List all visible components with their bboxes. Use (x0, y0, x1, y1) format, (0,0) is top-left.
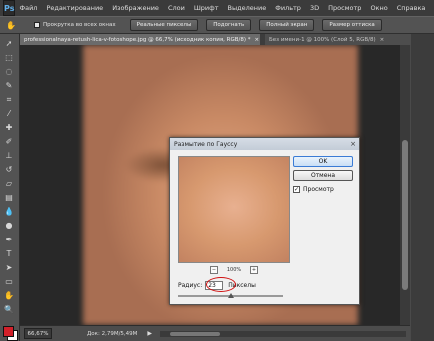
horizontal-scrollbar[interactable] (160, 330, 406, 337)
preview-zoom-controls: − 100% + (210, 266, 258, 274)
ok-button[interactable]: OK (293, 156, 353, 167)
blur-tool-icon[interactable]: 💧 (2, 206, 16, 217)
menu-3d[interactable]: 3D (310, 4, 319, 12)
zoom-level-field[interactable]: 66,67% (24, 328, 52, 339)
menu-help[interactable]: Справка (397, 4, 426, 12)
preview-checkbox-label: Просмотр (303, 186, 334, 193)
scroll-all-windows-label: Прокрутка во всех окнах (43, 22, 116, 28)
highlight-circle-annotation (206, 277, 236, 292)
hand-tool-icon[interactable]: ✋ (2, 290, 16, 301)
tab-label: professionalnaya-retush-lica-v-fotoshope… (24, 36, 251, 43)
cancel-button[interactable]: Отмена (293, 170, 353, 181)
menu-image[interactable]: Изображение (112, 4, 159, 12)
zoom-in-button[interactable]: + (249, 266, 258, 274)
crop-tool-icon[interactable]: ⌗ (2, 94, 16, 105)
menu-bar: Ps Файл Редактирование Изображение Слои … (0, 0, 434, 16)
menu-view[interactable]: Просмотр (328, 4, 361, 12)
tab-close-icon[interactable]: × (380, 37, 385, 43)
type-tool-icon[interactable]: T (2, 248, 16, 259)
menu-file[interactable]: Файл (19, 4, 37, 12)
tab-label: Без имени-1 @ 100% (Слой 5, RGB/8) (269, 36, 376, 43)
preview-checkbox[interactable]: ✓ Просмотр (293, 186, 334, 193)
right-panel-strip (411, 34, 434, 341)
eraser-tool-icon[interactable]: ▱ (2, 178, 16, 189)
document-size-info: Док: 2,79M/5,49M (87, 330, 138, 337)
radius-slider[interactable] (178, 293, 283, 298)
foreground-color-swatch[interactable] (3, 326, 14, 337)
eyedropper-tool-icon[interactable]: ⁄ (2, 108, 16, 119)
hand-tool-icon[interactable]: ✋ (4, 19, 18, 31)
document-tab-bar: professionalnaya-retush-lica-v-fotoshope… (20, 34, 434, 45)
clone-stamp-tool-icon[interactable]: ⊥ (2, 150, 16, 161)
status-menu-arrow-icon[interactable]: ▶ (147, 330, 152, 337)
zoom-tool-icon[interactable]: 🔍 (2, 304, 16, 315)
menu-type[interactable]: Шрифт (194, 4, 219, 12)
healing-brush-tool-icon[interactable]: ✚ (2, 122, 16, 133)
status-bar: 66,67% Док: 2,79M/5,49M ▶ (20, 325, 410, 341)
close-icon[interactable]: × (349, 140, 357, 148)
lasso-tool-icon[interactable]: ◌ (2, 66, 16, 77)
shape-tool-icon[interactable]: ▭ (2, 276, 16, 287)
marquee-tool-icon[interactable]: ⬚ (2, 52, 16, 63)
full-screen-button[interactable]: Полный экран (259, 19, 315, 31)
print-size-button[interactable]: Размер оттиска (322, 19, 382, 31)
radius-slider-thumb[interactable] (227, 293, 234, 298)
pen-tool-icon[interactable]: ✒ (2, 234, 16, 245)
path-select-tool-icon[interactable]: ➤ (2, 262, 16, 273)
menu-filter[interactable]: Фильтр (275, 4, 301, 12)
dialog-title-bar[interactable]: Размытие по Гауссу × (170, 138, 359, 150)
blur-preview-window[interactable] (178, 156, 290, 263)
vertical-scrollbar[interactable] (400, 45, 410, 325)
radius-label: Радиус: (178, 281, 203, 289)
checkbox-box[interactable] (34, 22, 40, 28)
dialog-title: Размытие по Гауссу (174, 140, 238, 148)
brush-tool-icon[interactable]: ✐ (2, 136, 16, 147)
dodge-tool-icon[interactable]: ● (2, 220, 16, 231)
vertical-scroll-thumb[interactable] (402, 140, 408, 290)
menu-layers[interactable]: Слои (168, 4, 185, 12)
history-brush-tool-icon[interactable]: ↺ (2, 164, 16, 175)
tools-panel: ➚ ⬚ ◌ ✎ ⌗ ⁄ ✚ ✐ ⊥ ↺ ▱ ▤ 💧 ● ✒ T ➤ ▭ ✋ 🔍 (0, 34, 20, 341)
actual-pixels-button[interactable]: Реальные пикселы (129, 19, 199, 31)
preview-zoom-level: 100% (226, 267, 242, 273)
scroll-all-windows-checkbox[interactable]: Прокрутка во всех окнах (34, 22, 116, 28)
tab-untitled-document[interactable]: Без имени-1 @ 100% (Слой 5, RGB/8) × (265, 34, 415, 45)
options-bar: ✋ Прокрутка во всех окнах Реальные пиксе… (0, 16, 434, 34)
fit-screen-button[interactable]: Подогнать (206, 19, 252, 31)
zoom-out-button[interactable]: − (210, 266, 218, 274)
quick-select-tool-icon[interactable]: ✎ (2, 80, 16, 91)
tab-close-icon[interactable]: × (255, 37, 260, 43)
checkmark-icon[interactable]: ✓ (293, 186, 300, 193)
gradient-tool-icon[interactable]: ▤ (2, 192, 16, 203)
menu-select[interactable]: Выделение (228, 4, 267, 12)
horizontal-scroll-thumb[interactable] (170, 331, 221, 336)
tab-active-document[interactable]: professionalnaya-retush-lica-v-fotoshope… (20, 34, 260, 45)
menu-edit[interactable]: Редактирование (46, 4, 103, 12)
radius-row: Радиус: 23 Пикселы (178, 277, 348, 292)
gaussian-blur-dialog: Размытие по Гауссу × − 100% + OK Отмена … (169, 137, 360, 305)
move-tool-icon[interactable]: ➚ (2, 38, 16, 49)
menu-window[interactable]: Окно (370, 4, 387, 12)
photoshop-logo: Ps (3, 0, 16, 16)
